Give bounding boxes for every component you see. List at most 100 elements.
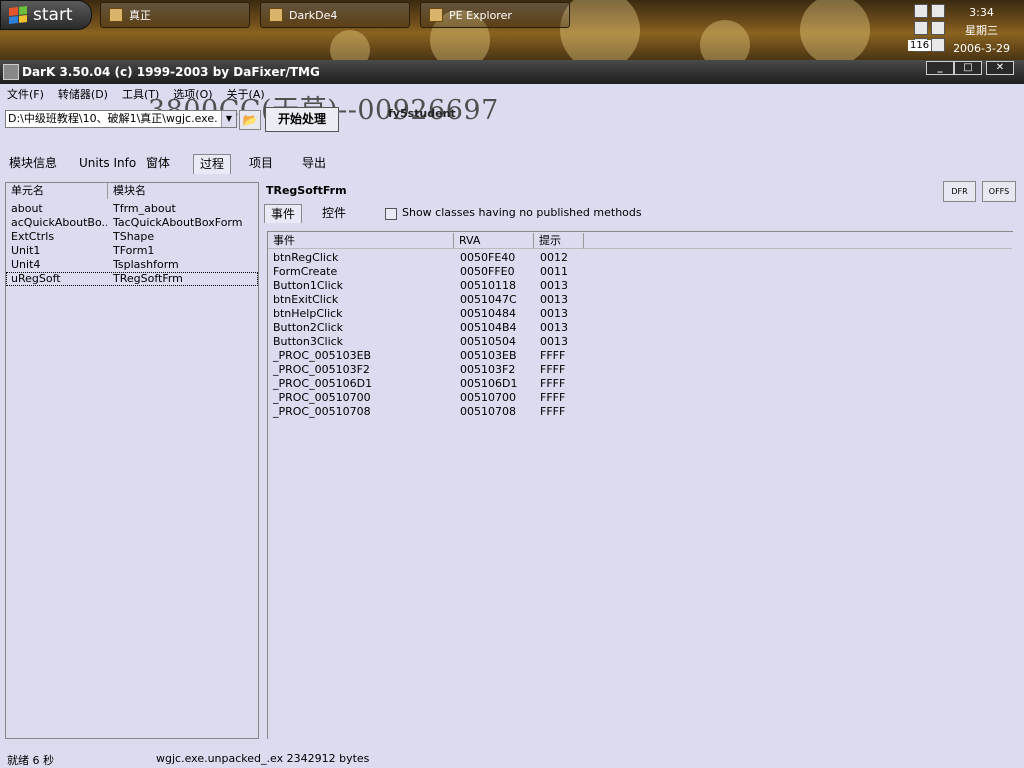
- taskbar-item-label: PE Explorer: [449, 8, 512, 22]
- column-header-event[interactable]: 事件: [268, 233, 454, 249]
- status-text: 就绪 6 秒: [7, 754, 54, 767]
- chevron-down-icon[interactable]: ▼: [221, 111, 236, 127]
- module-name-cell: TForm1: [113, 244, 155, 257]
- list-item[interactable]: Unit1 TForm1: [6, 244, 258, 258]
- table-row[interactable]: _PROC_00510708 00510708 FFFF: [268, 405, 1012, 419]
- module-name-cell: TRegSoftFrm: [113, 272, 183, 285]
- clock[interactable]: 3:34 星期三 2006-3-29: [953, 4, 1010, 58]
- unit-name-cell: ExtCtrls: [11, 230, 55, 243]
- taskbar-item-darkde4[interactable]: DarkDe4: [260, 2, 410, 28]
- hint-cell: 0013: [540, 279, 568, 292]
- network-icon[interactable]: [914, 4, 928, 18]
- event-name-cell: _PROC_00510700: [273, 391, 371, 404]
- table-row[interactable]: Button2Click 005104B4 0013: [268, 321, 1012, 335]
- list-item[interactable]: acQuickAboutBo... TacQuickAboutBoxForm: [6, 216, 258, 230]
- column-header-module-name[interactable]: 模块名: [108, 183, 258, 199]
- clock-day: 星期三: [965, 24, 999, 37]
- column-header-unit-name[interactable]: 单元名: [6, 183, 108, 199]
- event-name-cell: Button3Click: [273, 335, 344, 348]
- tab-forms[interactable]: 窗体: [140, 154, 176, 173]
- tab-units-info[interactable]: Units Info: [73, 154, 142, 173]
- event-name-cell: Button2Click: [273, 321, 344, 334]
- event-name-cell: Button1Click: [273, 279, 344, 292]
- table-row[interactable]: _PROC_00510700 00510700 FFFF: [268, 391, 1012, 405]
- show-classes-checkbox[interactable]: [385, 208, 397, 220]
- table-row[interactable]: btnRegClick 0050FE40 0012: [268, 251, 1012, 265]
- app-icon: [269, 8, 283, 22]
- table-row[interactable]: _PROC_005106D1 005106D1 FFFF: [268, 377, 1012, 391]
- file-info-text: wgjc.exe.unpacked_.ex 2342912 bytes: [156, 752, 370, 765]
- show-classes-label: Show classes having no published methods: [402, 206, 642, 219]
- hint-cell: FFFF: [540, 363, 566, 376]
- unit-name-cell: Unit4: [11, 258, 41, 271]
- hint-cell: FFFF: [540, 405, 566, 418]
- unit-name-cell: uRegSoft: [11, 272, 61, 285]
- events-table[interactable]: 事件 RVA 提示 btnRegClick 0050FE40 0012 FormCre…: [267, 231, 1013, 739]
- event-name-cell: btnExitClick: [273, 293, 339, 306]
- chevron-left-icon[interactable]: [931, 21, 945, 35]
- tab-events[interactable]: 事件: [264, 204, 303, 223]
- table-row[interactable]: Button1Click 00510118 0013: [268, 279, 1012, 293]
- event-name-cell: btnRegClick: [273, 251, 339, 264]
- menu-file[interactable]: 文件(F): [0, 84, 51, 102]
- minimize-button[interactable]: _: [926, 61, 954, 75]
- app-icon[interactable]: [3, 64, 19, 80]
- rva-cell: 005106D1: [460, 377, 518, 390]
- list-item[interactable]: ExtCtrls TShape: [6, 230, 258, 244]
- tool-icon[interactable]: [931, 38, 945, 52]
- monitor-icon[interactable]: [914, 21, 928, 35]
- list-item[interactable]: about Tfrm_about: [6, 202, 258, 216]
- hint-cell: 0012: [540, 251, 568, 264]
- student-label: fy5student: [388, 107, 456, 120]
- list-item[interactable]: Unit4 Tsplashform: [6, 258, 258, 272]
- taskbar-item-label: 真正: [129, 9, 151, 22]
- module-name-cell: TacQuickAboutBoxForm: [113, 216, 243, 229]
- file-path-value: D:\中级班教程\10、破解1\真正\wgjc.exe.: [8, 112, 218, 125]
- offs-button[interactable]: OFFS: [982, 181, 1016, 202]
- tab-controls[interactable]: 控件: [316, 204, 352, 222]
- event-name-cell: _PROC_005103EB: [273, 349, 372, 362]
- close-button[interactable]: ✕: [986, 61, 1014, 75]
- hint-cell: 0013: [540, 307, 568, 320]
- open-folder-button[interactable]: 📂: [239, 110, 261, 130]
- table-row[interactable]: _PROC_005103EB 005103EB FFFF: [268, 349, 1012, 363]
- file-path-combobox[interactable]: D:\中级班教程\10、破解1\真正\wgjc.exe. ▼: [5, 110, 237, 128]
- rva-cell: 0051047C: [460, 293, 517, 306]
- column-header-rva[interactable]: RVA: [454, 233, 534, 249]
- table-row[interactable]: Button3Click 00510504 0013: [268, 335, 1012, 349]
- table-row[interactable]: _PROC_005103F2 005103F2 FFFF: [268, 363, 1012, 377]
- system-tray: 116 3:34 星期三 2006-3-29: [900, 0, 1024, 60]
- rva-cell: 005103EB: [460, 349, 517, 362]
- table-row[interactable]: btnExitClick 0051047C 0013: [268, 293, 1012, 307]
- hint-cell: 0013: [540, 335, 568, 348]
- class-title: TRegSoftFrm: [266, 184, 347, 197]
- hint-cell: 0013: [540, 321, 568, 334]
- start-button[interactable]: start: [0, 0, 92, 30]
- dfr-button[interactable]: DFR: [943, 181, 976, 202]
- hint-cell: 0013: [540, 293, 568, 306]
- units-list[interactable]: 单元名 模块名 about Tfrm_about acQuickAboutBo...…: [5, 182, 259, 739]
- taskbar-item-pe-explorer[interactable]: PE Explorer: [420, 2, 570, 28]
- tab-exports[interactable]: 导出: [296, 154, 332, 173]
- menu-dumper[interactable]: 转储器(D): [51, 84, 115, 102]
- rva-cell: 00510118: [460, 279, 516, 292]
- unit-name-cell: Unit1: [11, 244, 41, 257]
- column-header-hint[interactable]: 提示: [534, 233, 584, 249]
- event-name-cell: FormCreate: [273, 265, 338, 278]
- tab-module-info[interactable]: 模块信息: [3, 154, 63, 173]
- list-item[interactable]: uRegSoft TRegSoftFrm: [6, 272, 258, 286]
- unit-name-cell: acQuickAboutBo...: [11, 216, 107, 229]
- start-process-button[interactable]: 开始处理: [265, 107, 339, 132]
- tab-procedures[interactable]: 过程: [193, 154, 232, 174]
- hint-cell: FFFF: [540, 349, 566, 362]
- unit-name-cell: about: [11, 202, 43, 215]
- volume-icon[interactable]: [931, 4, 945, 18]
- event-name-cell: _PROC_00510708: [273, 405, 371, 418]
- rva-cell: 005103F2: [460, 363, 516, 376]
- tab-project[interactable]: 项目: [243, 154, 279, 173]
- maximize-button[interactable]: □: [954, 61, 982, 75]
- table-row[interactable]: btnHelpClick 00510484 0013: [268, 307, 1012, 321]
- taskbar-item-zhenzheng[interactable]: 真正: [100, 2, 250, 28]
- table-row[interactable]: FormCreate 0050FFE0 0011: [268, 265, 1012, 279]
- module-name-cell: Tfrm_about: [113, 202, 176, 215]
